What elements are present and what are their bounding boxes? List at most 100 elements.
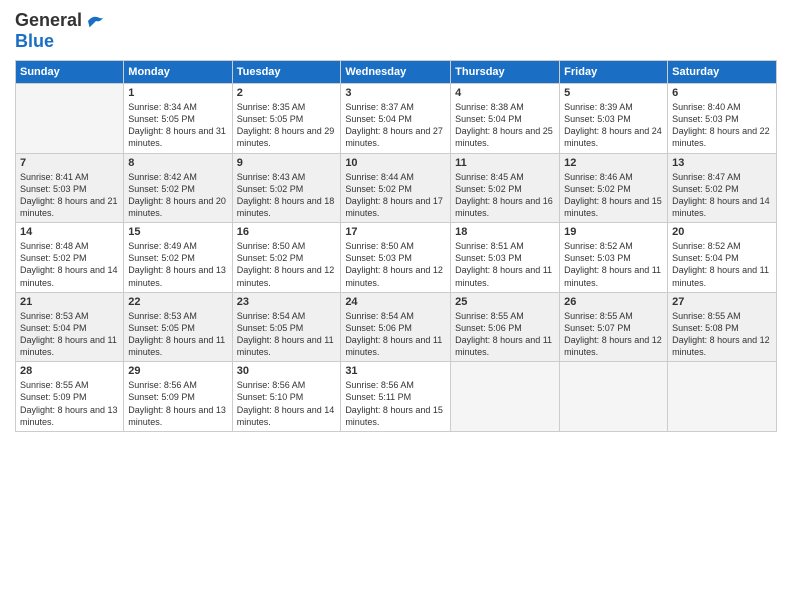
calendar-day-cell bbox=[560, 362, 668, 432]
day-info: Sunrise: 8:37 AMSunset: 5:04 PMDaylight:… bbox=[345, 101, 446, 150]
day-info: Sunrise: 8:35 AMSunset: 5:05 PMDaylight:… bbox=[237, 101, 337, 150]
day-info: Sunrise: 8:55 AMSunset: 5:08 PMDaylight:… bbox=[672, 310, 772, 359]
calendar-day-cell: 19 Sunrise: 8:52 AMSunset: 5:03 PMDayligh… bbox=[560, 223, 668, 293]
calendar-day-cell: 30 Sunrise: 8:56 AMSunset: 5:10 PMDayligh… bbox=[232, 362, 341, 432]
logo: General Blue bbox=[15, 10, 106, 52]
weekday-header-tuesday: Tuesday bbox=[232, 61, 341, 84]
day-number: 6 bbox=[672, 87, 772, 99]
calendar-day-cell: 9 Sunrise: 8:43 AMSunset: 5:02 PMDaylight… bbox=[232, 153, 341, 223]
day-info: Sunrise: 8:51 AMSunset: 5:03 PMDaylight:… bbox=[455, 240, 555, 289]
weekday-header-sunday: Sunday bbox=[16, 61, 124, 84]
calendar-day-cell bbox=[16, 84, 124, 154]
calendar-day-cell: 31 Sunrise: 8:56 AMSunset: 5:11 PMDayligh… bbox=[341, 362, 451, 432]
calendar-day-cell: 6 Sunrise: 8:40 AMSunset: 5:03 PMDaylight… bbox=[668, 84, 777, 154]
day-info: Sunrise: 8:52 AMSunset: 5:04 PMDaylight:… bbox=[672, 240, 772, 289]
day-info: Sunrise: 8:53 AMSunset: 5:04 PMDaylight:… bbox=[20, 310, 119, 359]
calendar-day-cell: 21 Sunrise: 8:53 AMSunset: 5:04 PMDayligh… bbox=[16, 292, 124, 362]
day-number: 30 bbox=[237, 365, 337, 377]
day-number: 11 bbox=[455, 157, 555, 169]
day-number: 22 bbox=[128, 296, 227, 308]
day-info: Sunrise: 8:43 AMSunset: 5:02 PMDaylight:… bbox=[237, 171, 337, 220]
weekday-header-saturday: Saturday bbox=[668, 61, 777, 84]
day-number: 31 bbox=[345, 365, 446, 377]
day-info: Sunrise: 8:53 AMSunset: 5:05 PMDaylight:… bbox=[128, 310, 227, 359]
header: General Blue bbox=[15, 10, 777, 52]
calendar-week-row: 21 Sunrise: 8:53 AMSunset: 5:04 PMDayligh… bbox=[16, 292, 777, 362]
day-info: Sunrise: 8:38 AMSunset: 5:04 PMDaylight:… bbox=[455, 101, 555, 150]
logo-general: General bbox=[15, 10, 82, 31]
calendar-day-cell: 10 Sunrise: 8:44 AMSunset: 5:02 PMDayligh… bbox=[341, 153, 451, 223]
day-info: Sunrise: 8:55 AMSunset: 5:07 PMDaylight:… bbox=[564, 310, 663, 359]
day-number: 12 bbox=[564, 157, 663, 169]
day-number: 19 bbox=[564, 226, 663, 238]
day-number: 21 bbox=[20, 296, 119, 308]
day-info: Sunrise: 8:44 AMSunset: 5:02 PMDaylight:… bbox=[345, 171, 446, 220]
day-number: 15 bbox=[128, 226, 227, 238]
day-info: Sunrise: 8:52 AMSunset: 5:03 PMDaylight:… bbox=[564, 240, 663, 289]
day-info: Sunrise: 8:48 AMSunset: 5:02 PMDaylight:… bbox=[20, 240, 119, 289]
calendar-week-row: 14Sunrise: 8:48 AMSunset: 5:02 PMDayligh… bbox=[16, 223, 777, 293]
day-info: Sunrise: 8:55 AMSunset: 5:06 PMDaylight:… bbox=[455, 310, 555, 359]
weekday-header-monday: Monday bbox=[124, 61, 232, 84]
calendar-day-cell: 17 Sunrise: 8:50 AMSunset: 5:03 PMDayligh… bbox=[341, 223, 451, 293]
day-number: 24 bbox=[345, 296, 446, 308]
day-number: 4 bbox=[455, 87, 555, 99]
calendar-container: General Blue SundayMondayTuesdayWednesda… bbox=[0, 0, 792, 612]
day-info: Sunrise: 8:54 AMSunset: 5:05 PMDaylight:… bbox=[237, 310, 337, 359]
day-info: Sunrise: 8:42 AMSunset: 5:02 PMDaylight:… bbox=[128, 171, 227, 220]
weekday-header-friday: Friday bbox=[560, 61, 668, 84]
day-info: Sunrise: 8:56 AMSunset: 5:10 PMDaylight:… bbox=[237, 379, 337, 428]
weekday-header-thursday: Thursday bbox=[451, 61, 560, 84]
logo-bird-icon bbox=[86, 13, 106, 29]
day-number: 16 bbox=[237, 226, 337, 238]
calendar-header-row: SundayMondayTuesdayWednesdayThursdayFrid… bbox=[16, 61, 777, 84]
day-info: Sunrise: 8:49 AMSunset: 5:02 PMDaylight:… bbox=[128, 240, 227, 289]
calendar-day-cell: 3 Sunrise: 8:37 AMSunset: 5:04 PMDaylight… bbox=[341, 84, 451, 154]
day-info: Sunrise: 8:40 AMSunset: 5:03 PMDaylight:… bbox=[672, 101, 772, 150]
day-number: 18 bbox=[455, 226, 555, 238]
calendar-day-cell: 25 Sunrise: 8:55 AMSunset: 5:06 PMDayligh… bbox=[451, 292, 560, 362]
calendar-day-cell: 13Sunrise: 8:47 AMSunset: 5:02 PMDayligh… bbox=[668, 153, 777, 223]
day-info: Sunrise: 8:41 AMSunset: 5:03 PMDaylight:… bbox=[20, 171, 119, 220]
day-number: 5 bbox=[564, 87, 663, 99]
calendar-body: 1 Sunrise: 8:34 AMSunset: 5:05 PMDaylight… bbox=[16, 84, 777, 432]
day-info: Sunrise: 8:45 AMSunset: 5:02 PMDaylight:… bbox=[455, 171, 555, 220]
day-number: 23 bbox=[237, 296, 337, 308]
day-info: Sunrise: 8:56 AMSunset: 5:11 PMDaylight:… bbox=[345, 379, 446, 428]
day-info: Sunrise: 8:55 AMSunset: 5:09 PMDaylight:… bbox=[20, 379, 119, 428]
calendar-day-cell: 29Sunrise: 8:56 AMSunset: 5:09 PMDayligh… bbox=[124, 362, 232, 432]
day-number: 17 bbox=[345, 226, 446, 238]
day-number: 27 bbox=[672, 296, 772, 308]
day-number: 3 bbox=[345, 87, 446, 99]
calendar-day-cell: 22 Sunrise: 8:53 AMSunset: 5:05 PMDayligh… bbox=[124, 292, 232, 362]
day-info: Sunrise: 8:50 AMSunset: 5:02 PMDaylight:… bbox=[237, 240, 337, 289]
calendar-day-cell: 7 Sunrise: 8:41 AMSunset: 5:03 PMDaylight… bbox=[16, 153, 124, 223]
day-number: 7 bbox=[20, 157, 119, 169]
day-number: 20 bbox=[672, 226, 772, 238]
day-number: 1 bbox=[128, 87, 227, 99]
calendar-table: SundayMondayTuesdayWednesdayThursdayFrid… bbox=[15, 60, 777, 432]
calendar-day-cell: 26 Sunrise: 8:55 AMSunset: 5:07 PMDayligh… bbox=[560, 292, 668, 362]
day-number: 25 bbox=[455, 296, 555, 308]
logo-blue: Blue bbox=[15, 31, 54, 51]
calendar-day-cell: 24 Sunrise: 8:54 AMSunset: 5:06 PMDayligh… bbox=[341, 292, 451, 362]
calendar-day-cell: 1 Sunrise: 8:34 AMSunset: 5:05 PMDaylight… bbox=[124, 84, 232, 154]
calendar-day-cell bbox=[668, 362, 777, 432]
day-info: Sunrise: 8:39 AMSunset: 5:03 PMDaylight:… bbox=[564, 101, 663, 150]
calendar-day-cell: 11 Sunrise: 8:45 AMSunset: 5:02 PMDayligh… bbox=[451, 153, 560, 223]
calendar-week-row: 1 Sunrise: 8:34 AMSunset: 5:05 PMDaylight… bbox=[16, 84, 777, 154]
day-info: Sunrise: 8:34 AMSunset: 5:05 PMDaylight:… bbox=[128, 101, 227, 150]
calendar-day-cell: 23 Sunrise: 8:54 AMSunset: 5:05 PMDayligh… bbox=[232, 292, 341, 362]
calendar-day-cell: 15 Sunrise: 8:49 AMSunset: 5:02 PMDayligh… bbox=[124, 223, 232, 293]
day-number: 26 bbox=[564, 296, 663, 308]
day-number: 29 bbox=[128, 365, 227, 377]
calendar-week-row: 28Sunrise: 8:55 AMSunset: 5:09 PMDayligh… bbox=[16, 362, 777, 432]
day-info: Sunrise: 8:47 AMSunset: 5:02 PMDaylight:… bbox=[672, 171, 772, 220]
day-number: 9 bbox=[237, 157, 337, 169]
calendar-day-cell bbox=[451, 362, 560, 432]
calendar-day-cell: 4 Sunrise: 8:38 AMSunset: 5:04 PMDaylight… bbox=[451, 84, 560, 154]
day-info: Sunrise: 8:50 AMSunset: 5:03 PMDaylight:… bbox=[345, 240, 446, 289]
day-info: Sunrise: 8:54 AMSunset: 5:06 PMDaylight:… bbox=[345, 310, 446, 359]
day-number: 10 bbox=[345, 157, 446, 169]
calendar-day-cell: 8Sunrise: 8:42 AMSunset: 5:02 PMDaylight… bbox=[124, 153, 232, 223]
